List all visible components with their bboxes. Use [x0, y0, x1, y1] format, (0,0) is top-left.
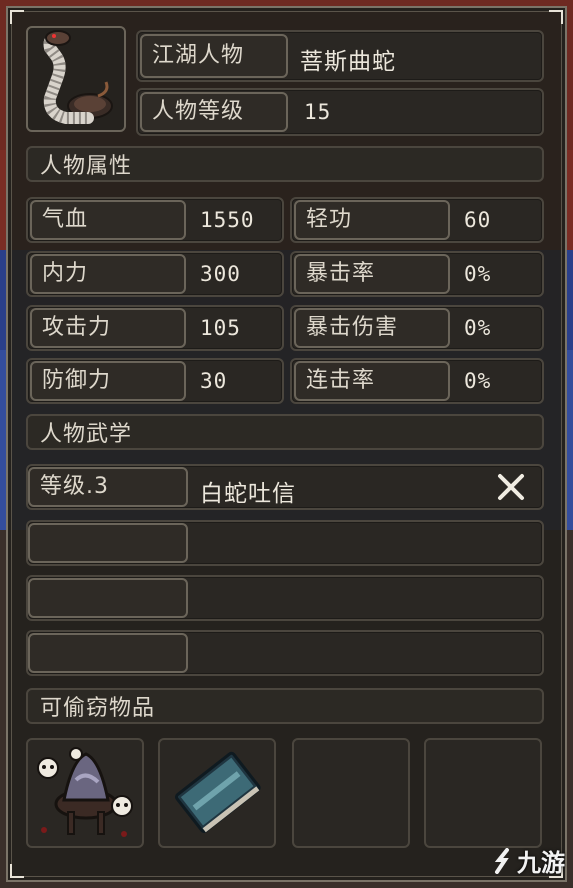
watermark-text: 九游: [517, 849, 565, 877]
section-martial-arts: 人物武学: [26, 414, 544, 450]
stat-value: 300: [200, 262, 241, 286]
stat-value: 1550: [200, 208, 255, 232]
panel-corner: [10, 864, 24, 878]
close-icon[interactable]: [496, 472, 526, 502]
item-slot[interactable]: [292, 738, 410, 848]
stat-value: 105: [200, 316, 241, 340]
item-slot[interactable]: [26, 738, 144, 848]
stat-label: 防御力: [30, 361, 186, 401]
logo-icon: [494, 847, 509, 874]
item-slot[interactable]: [158, 738, 276, 848]
name-label: 江湖人物: [140, 34, 288, 78]
skill-name: 白蛇吐信: [200, 481, 296, 507]
stat-value: 60: [464, 208, 492, 232]
stat-value: 0%: [464, 369, 492, 393]
section-attributes: 人物属性: [26, 146, 544, 182]
panel-corner: [549, 10, 563, 24]
skill-level: [28, 523, 188, 563]
stat-label: 连击率: [294, 361, 450, 401]
skill-level: [28, 633, 188, 673]
level-label: 人物等级: [140, 92, 288, 132]
character-name: 菩斯曲蛇: [300, 49, 396, 75]
character-portrait: [26, 26, 126, 132]
skill-level: [28, 578, 188, 618]
snake-icon: [43, 30, 113, 124]
site-watermark: 九游: [493, 843, 565, 878]
character-level: 15: [304, 100, 332, 124]
section-stealable-items: 可偷窃物品: [26, 688, 544, 724]
skill-level: 等级.3: [28, 467, 188, 507]
panel-corner: [10, 10, 24, 24]
stat-value: 30: [200, 369, 228, 393]
stat-label: 暴击率: [294, 254, 450, 294]
stat-value: 0%: [464, 316, 492, 340]
cauldron-skulls-icon: [37, 747, 133, 837]
stat-label: 攻击力: [30, 308, 186, 348]
item-slot[interactable]: [424, 738, 542, 848]
stat-label: 暴击伤害: [294, 308, 450, 348]
stat-value: 0%: [464, 262, 492, 286]
stat-label: 轻功: [294, 200, 450, 240]
book-icon: [174, 751, 261, 833]
stat-label: 内力: [30, 254, 186, 294]
stat-label: 气血: [30, 200, 186, 240]
